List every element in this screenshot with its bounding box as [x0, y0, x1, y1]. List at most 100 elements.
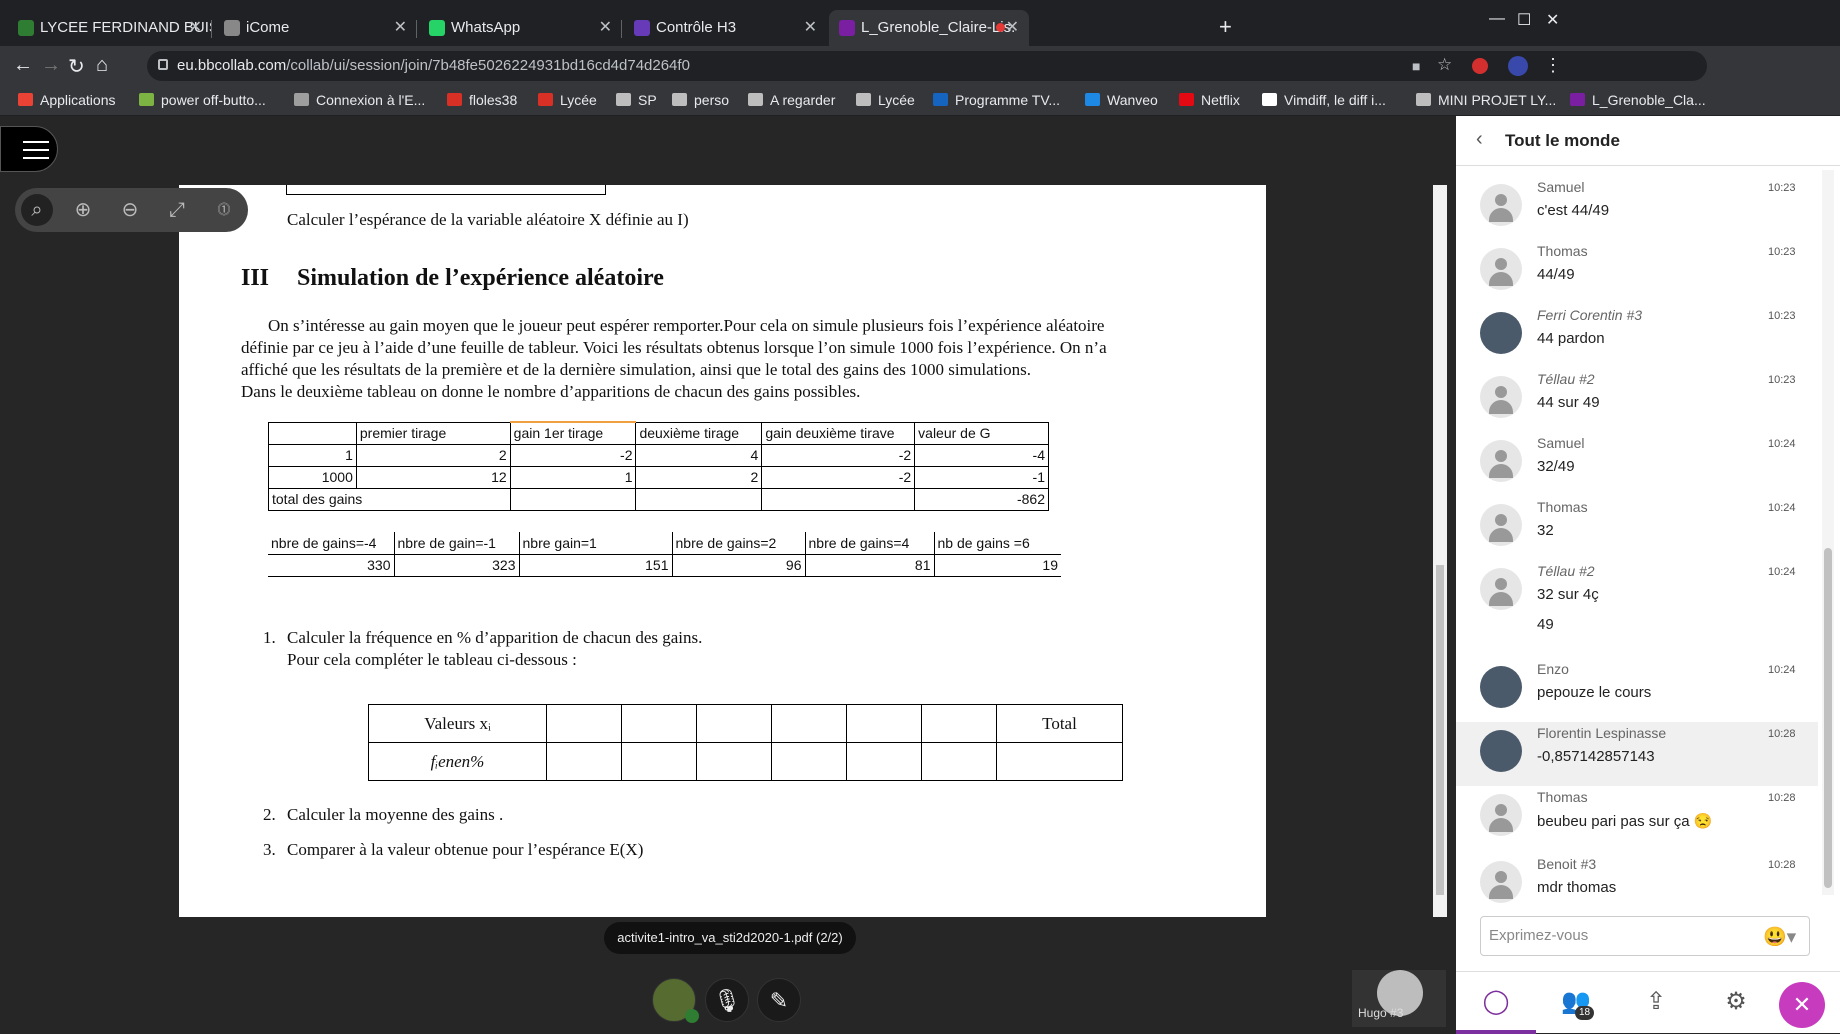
bookmark-folder[interactable]: perso: [672, 92, 729, 108]
browser-tab[interactable]: Contrôle H3 ✕: [624, 10, 827, 46]
message-author: Téllau #2: [1537, 563, 1595, 579]
browser-tab-active[interactable]: L_Grenoble_Claire-Lis. ✕: [829, 10, 1029, 46]
table-header-cell: Valeurs xᵢ: [368, 704, 547, 743]
bookmark-item[interactable]: Vimdiff, le diff i...: [1262, 92, 1386, 108]
table-cell: 1000: [268, 465, 357, 489]
back-arrow-icon[interactable]: ←: [13, 54, 33, 77]
close-window-button[interactable]: ✕: [1546, 10, 1559, 30]
bookmark-folder[interactable]: SP: [616, 92, 657, 108]
close-panel-button[interactable]: ✕: [1779, 982, 1825, 1028]
close-tab-icon[interactable]: ✕: [394, 10, 407, 46]
bookmark-apps[interactable]: Applications: [18, 92, 116, 108]
chat-message: Enzo pepouze le cours 10:24: [1456, 658, 1818, 722]
adblock-extension-icon[interactable]: [1472, 58, 1488, 74]
session-menu-button[interactable]: [0, 126, 58, 172]
recording-dot-icon: [996, 23, 1005, 32]
close-tab-icon[interactable]: ✕: [189, 10, 202, 46]
tab-separator: [211, 20, 212, 38]
browser-tab[interactable]: iCome ✕: [214, 10, 417, 46]
table-cell: 323: [393, 553, 520, 577]
minimize-button[interactable]: —: [1489, 10, 1505, 28]
browser-tab[interactable]: WhatsApp ✕: [419, 10, 622, 46]
message-text: 32: [1537, 522, 1554, 539]
tab-title: WhatsApp: [451, 19, 521, 36]
forward-arrow-icon[interactable]: →: [41, 54, 61, 77]
browser-tab[interactable]: LYCEE FERDINAND BUISSO ✕: [8, 10, 212, 46]
reload-icon[interactable]: ↻: [68, 54, 85, 79]
table-row: Valeurs xᵢ Total: [368, 704, 1123, 743]
address-bar: ← → ↻ ⌂ eu.bbcollab.com/collab/ui/sessio…: [0, 46, 1840, 86]
chat-tab-icon[interactable]: ◯: [1456, 972, 1536, 1034]
empty-cell: [846, 742, 922, 781]
message-time: 10:28: [1768, 792, 1796, 804]
participants-tab-icon[interactable]: 👥 18: [1536, 972, 1616, 1034]
medium-icon: [1262, 93, 1277, 106]
table-cell: total des gains: [268, 487, 511, 511]
zoom-in-icon[interactable]: ⊕: [69, 196, 97, 224]
browser-menu-icon[interactable]: ⋮: [1544, 55, 1562, 76]
camera-icon[interactable]: ■: [1412, 58, 1420, 74]
emoji-picker-icon[interactable]: 😃▾: [1763, 925, 1796, 949]
fullscreen-icon[interactable]: ⤢: [163, 196, 191, 224]
chat-scrollbar[interactable]: [1822, 170, 1834, 895]
bookmark-item[interactable]: Wanveo: [1085, 92, 1158, 108]
bookmark-item[interactable]: Connexion à l'E...: [294, 92, 425, 108]
back-chevron-icon[interactable]: ‹: [1476, 128, 1483, 151]
home-icon[interactable]: ⌂: [96, 54, 108, 77]
profile-avatar[interactable]: [1508, 56, 1528, 76]
close-tab-icon[interactable]: ✕: [599, 10, 612, 46]
bookmark-folder[interactable]: MINI PROJET LY...: [1416, 92, 1556, 108]
close-tab-icon[interactable]: ✕: [804, 10, 817, 46]
empty-cell: [771, 704, 847, 743]
message-time: 10:23: [1768, 310, 1796, 322]
scrollbar-thumb[interactable]: [1436, 565, 1444, 895]
table-row: 330 323 151 96 81 19: [268, 553, 1061, 577]
empty-cell: [546, 704, 622, 743]
bookmark-label: Wanveo: [1107, 92, 1158, 108]
folder-icon: [1416, 93, 1431, 106]
bookmark-item[interactable]: Netflix: [1179, 92, 1240, 108]
bookmark-item[interactable]: power off-butto...: [139, 92, 266, 108]
table-header-cell: fᵢenen%: [368, 742, 547, 781]
bookmark-item[interactable]: floles38: [447, 92, 517, 108]
paragraph-line: Dans le deuxième tableau on donne le nom…: [241, 382, 861, 401]
table-cell: -2: [509, 443, 637, 467]
empty-cell: [696, 742, 772, 781]
fit-page-icon[interactable]: ⌕: [21, 194, 53, 226]
bookmark-item[interactable]: Programme TV...: [933, 92, 1060, 108]
bookmark-label: Lycée: [560, 92, 597, 108]
maximize-button[interactable]: ☐: [1517, 10, 1531, 30]
page-label: activite1-intro_va_sti2d2020-1.pdf (2/2): [604, 922, 856, 954]
bookmark-folder[interactable]: A regarder: [748, 92, 835, 108]
share-content-tab-icon[interactable]: ⇪: [1616, 972, 1696, 1034]
bookmark-label: Lycée: [878, 92, 915, 108]
new-tab-button[interactable]: +: [1219, 14, 1232, 40]
document-scrollbar[interactable]: [1433, 185, 1447, 917]
message-author: Samuel: [1537, 435, 1585, 451]
camera-off-icon[interactable]: ✎: [757, 978, 801, 1022]
settings-tab-icon[interactable]: ⚙: [1696, 972, 1776, 1034]
close-tab-icon[interactable]: ✕: [1006, 10, 1019, 46]
my-avatar-button[interactable]: [652, 978, 699, 1023]
bookmark-star-icon[interactable]: ☆: [1437, 55, 1452, 75]
message-text: beubeu pari pas sur ça 😒: [1537, 813, 1713, 830]
bookmark-label: Vimdiff, le diff i...: [1284, 92, 1386, 108]
bookmark-item[interactable]: Lycée: [538, 92, 597, 108]
actual-size-icon[interactable]: ⓵: [210, 196, 238, 224]
chat-message: Thomas beubeu pari pas sur ça 😒 10:28: [1456, 786, 1818, 850]
microphone-muted-icon[interactable]: 🎙: [705, 978, 749, 1022]
message-text: c'est 44/49: [1537, 202, 1610, 219]
message-time: 10:23: [1768, 374, 1796, 386]
table-header-cell: nbre de gain=-1: [393, 532, 520, 555]
zoom-out-icon[interactable]: ⊖: [116, 196, 144, 224]
bookmark-folder[interactable]: Lycée: [856, 92, 915, 108]
chat-message-input[interactable]: Exprimez-vous 😃▾: [1480, 916, 1810, 956]
user-avatar-icon: [1480, 504, 1522, 546]
bookmark-item[interactable]: L_Grenoble_Cla...: [1570, 92, 1706, 108]
chat-message: Thomas 44/49 10:23: [1456, 240, 1818, 304]
status-ok-icon: [685, 1009, 699, 1023]
scrollbar-thumb[interactable]: [1824, 548, 1832, 888]
bookmark-label: Netflix: [1201, 92, 1240, 108]
user-avatar-icon: [1480, 568, 1522, 610]
question-number: 2.: [263, 805, 276, 824]
